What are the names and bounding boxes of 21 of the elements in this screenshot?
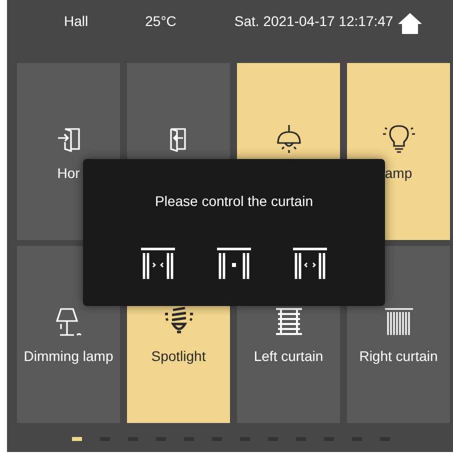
temperature: 25°C [145,13,176,29]
device-label: Hor [57,165,80,181]
device-label: amp [384,165,412,181]
pendant-lamp-icon [274,124,302,154]
curtain-close-icon[interactable] [141,247,175,279]
room-name: Hall [64,13,88,29]
device-label: Right curtain [359,348,438,364]
device-label: Dimming lamp [24,348,114,364]
table-lamp-icon [54,307,82,337]
blinds-icon [274,307,304,337]
date-time: Sat. 2021-04-17 12:17:47 [234,13,394,29]
light-bulb-icon [382,124,416,154]
curtain-open-icon[interactable] [293,247,327,279]
vertical-curtain-icon [384,307,414,337]
dialog-title: Please control the curtain [155,193,313,209]
home-icon[interactable] [398,12,422,34]
device-label: Left curtain [254,348,324,364]
curtain-stop-icon[interactable] [217,247,251,279]
door-arrow-in-icon [56,126,80,152]
device-label: Spotlight [151,348,206,364]
page-indicator[interactable] [72,437,82,441]
